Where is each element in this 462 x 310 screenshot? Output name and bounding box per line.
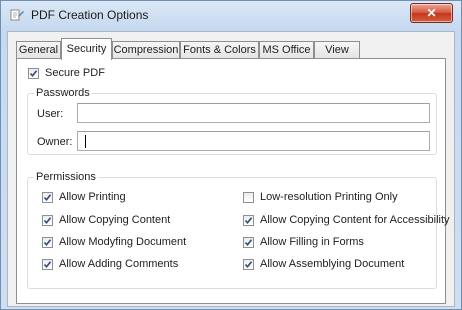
tab-ms-office[interactable]: MS Office: [259, 41, 314, 59]
allow-adding-comments-checkbox[interactable]: [42, 259, 53, 270]
allow-filling-forms-checkbox[interactable]: [243, 237, 254, 248]
owner-label: Owner:: [37, 136, 73, 148]
checkmark-icon: [43, 239, 52, 247]
checkmark-icon: [244, 217, 253, 225]
allow-copying-accessibility-label[interactable]: Allow Copying Content for Accessibility: [260, 214, 450, 226]
permissions-group: Permissions Allow Printing Low-resolutio…: [27, 171, 450, 289]
dialog-client-area: General Security Compression Fonts & Col…: [7, 31, 455, 307]
user-label: User:: [37, 108, 64, 120]
secure-pdf-checkbox[interactable]: [28, 68, 39, 79]
allow-filling-forms-label[interactable]: Allow Filling in Forms: [260, 236, 364, 248]
checkmark-icon: [244, 239, 253, 247]
checkmark-icon: [43, 194, 52, 202]
security-panel: Secure PDF Passwords User: Owner: Permis…: [16, 58, 450, 304]
tab-view[interactable]: View: [314, 41, 360, 59]
pdf-creator-icon[interactable]: [9, 7, 25, 23]
tab-security[interactable]: Security: [61, 38, 112, 60]
tab-fonts-colors[interactable]: Fonts & Colors: [180, 41, 259, 59]
allow-adding-comments-label[interactable]: Allow Adding Comments: [59, 258, 178, 270]
checkmark-icon: [29, 70, 38, 78]
owner-password-field[interactable]: [77, 131, 430, 151]
close-icon: ✕: [426, 6, 437, 20]
secure-pdf-label[interactable]: Secure PDF: [45, 67, 105, 79]
text-cursor: [85, 135, 86, 148]
allow-modifying-label[interactable]: Allow Modyfing Document: [59, 236, 186, 248]
passwords-group: Passwords User: Owner:: [27, 87, 437, 155]
passwords-legend: Passwords: [34, 87, 92, 99]
allow-printing-checkbox[interactable]: [42, 192, 53, 203]
tab-general[interactable]: General: [16, 41, 61, 59]
allow-assembling-checkbox[interactable]: [243, 259, 254, 270]
tab-compression[interactable]: Compression: [112, 41, 180, 59]
tab-strip: General Security Compression Fonts & Col…: [16, 38, 446, 60]
low-resolution-printing-label[interactable]: Low-resolution Printing Only: [260, 191, 398, 203]
allow-modifying-checkbox[interactable]: [42, 237, 53, 248]
low-resolution-printing-checkbox[interactable]: [243, 192, 254, 203]
close-button[interactable]: ✕: [410, 3, 453, 23]
allow-copying-label[interactable]: Allow Copying Content: [59, 214, 170, 226]
allow-printing-label[interactable]: Allow Printing: [59, 191, 126, 203]
checkmark-icon: [43, 217, 52, 225]
allow-copying-accessibility-checkbox[interactable]: [243, 215, 254, 226]
dialog-window: PDF Creation Options ✕ General Security …: [0, 0, 462, 310]
allow-assembling-label[interactable]: Allow Assemblying Document: [260, 258, 404, 270]
title-bar[interactable]: PDF Creation Options ✕: [1, 1, 461, 30]
permissions-legend: Permissions: [34, 171, 98, 183]
allow-copying-checkbox[interactable]: [42, 215, 53, 226]
user-password-field[interactable]: [77, 103, 430, 123]
checkmark-icon: [43, 261, 52, 269]
window-title: PDF Creation Options: [31, 8, 149, 22]
checkmark-icon: [244, 261, 253, 269]
